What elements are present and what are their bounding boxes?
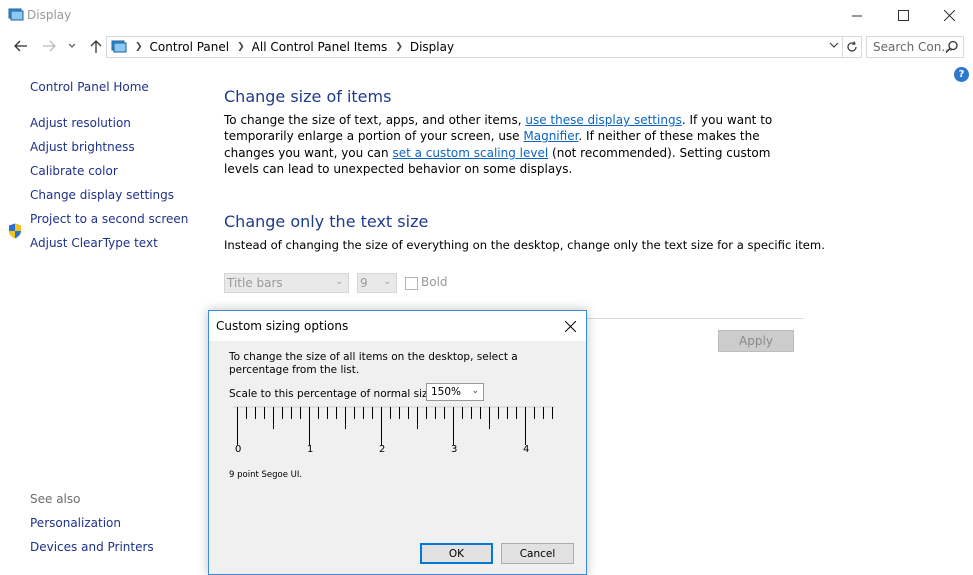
minimize-button[interactable]: [834, 0, 880, 30]
sidebar: Control Panel Home Adjust resolution Adj…: [0, 60, 200, 575]
sidebar-item-adjust-cleartype[interactable]: Adjust ClearType text: [30, 236, 158, 250]
breadcrumb-separator-icon[interactable]: ❯: [237, 42, 245, 52]
address-bar[interactable]: ❯ Control Panel ❯ All Control Panel Item…: [106, 36, 843, 58]
ruler-label: 2: [379, 444, 386, 455]
sidebar-item-adjust-resolution[interactable]: Adjust resolution: [30, 116, 131, 130]
sidebar-item-change-display-settings[interactable]: Change display settings: [30, 188, 174, 202]
see-also-devices-printers[interactable]: Devices and Printers: [30, 540, 154, 554]
search-placeholder: Search Con...: [873, 40, 953, 54]
back-button[interactable]: [10, 34, 32, 58]
scale-label: Scale to this percentage of normal size:: [229, 388, 438, 400]
dialog-titlebar: Custom sizing options: [209, 311, 586, 341]
custom-scaling-link[interactable]: set a custom scaling level: [392, 146, 548, 160]
breadcrumb-separator-icon: ❯: [135, 42, 143, 52]
breadcrumb-separator-icon[interactable]: ❯: [395, 42, 403, 52]
ruler-label: 1: [307, 444, 314, 455]
window-titlebar: Display: [0, 0, 973, 32]
sidebar-item-control-panel-home[interactable]: Control Panel Home: [30, 80, 149, 94]
close-window-button[interactable]: [926, 0, 972, 30]
change-text-size-description: Instead of changing the size of everythi…: [224, 238, 825, 252]
divider: [584, 318, 804, 319]
display-app-icon: [8, 8, 24, 21]
scale-percentage-select[interactable]: 150% ⌄: [426, 383, 484, 401]
forward-button[interactable]: [38, 34, 60, 58]
control-panel-icon: [111, 40, 127, 53]
up-button[interactable]: [86, 34, 106, 58]
change-size-heading: Change size of items: [224, 87, 392, 106]
refresh-button[interactable]: [842, 36, 862, 58]
ruler-label: 0: [235, 444, 242, 455]
ruler-ticks: [233, 406, 555, 445]
dialog-close-button[interactable]: [559, 316, 581, 336]
arrow-right-icon: [43, 40, 56, 52]
sidebar-item-calibrate-color[interactable]: Calibrate color: [30, 164, 118, 178]
arrow-up-icon: [90, 40, 102, 53]
breadcrumb-all-items[interactable]: All Control Panel Items: [252, 40, 388, 54]
arrow-left-icon: [14, 40, 27, 52]
see-also-personalization[interactable]: Personalization: [30, 516, 121, 530]
close-icon: [564, 320, 576, 332]
uac-shield-icon: [9, 223, 21, 239]
help-icon[interactable]: ?: [954, 67, 969, 82]
maximize-button[interactable]: [880, 0, 926, 30]
sidebar-item-adjust-brightness[interactable]: Adjust brightness: [30, 140, 135, 154]
navigation-bar: ❯ Control Panel ❯ All Control Panel Item…: [0, 34, 973, 60]
minimize-icon: [851, 15, 862, 16]
breadcrumb-control-panel[interactable]: Control Panel: [150, 40, 230, 54]
see-also-heading: See also: [30, 492, 81, 506]
bold-label: Bold: [421, 275, 448, 289]
ok-button[interactable]: OK: [420, 543, 493, 564]
ruler-label: 4: [523, 444, 530, 455]
search-input[interactable]: Search Con...: [866, 36, 964, 58]
sidebar-item-project-second-screen[interactable]: Project to a second screen: [30, 212, 188, 226]
magnifier-link[interactable]: Magnifier: [523, 129, 578, 143]
address-history-dropdown[interactable]: [829, 41, 839, 52]
chevron-down-icon: ⌄: [335, 277, 343, 287]
maximize-icon: [897, 9, 909, 21]
item-select-dropdown[interactable]: Title bars ⌄: [224, 273, 349, 293]
chevron-down-icon: ⌄: [383, 277, 391, 287]
display-settings-link[interactable]: use these display settings: [525, 113, 681, 127]
cancel-button[interactable]: Cancel: [501, 543, 574, 564]
scale-ruler[interactable]: 0 1 2 3 4: [233, 405, 555, 457]
breadcrumb-display[interactable]: Display: [410, 40, 454, 54]
change-text-size-heading: Change only the text size: [224, 212, 429, 231]
chevron-down-icon: [829, 42, 839, 48]
dialog-title: Custom sizing options: [216, 319, 349, 333]
ruler-label: 3: [451, 444, 458, 455]
search-icon: [945, 40, 958, 54]
window-title: Display: [27, 8, 72, 22]
font-size-dropdown[interactable]: 9 ⌄: [357, 273, 397, 293]
chevron-down-icon: [68, 43, 76, 48]
recent-locations-button[interactable]: [64, 34, 80, 58]
chevron-down-icon: ⌄: [471, 386, 479, 396]
close-icon: [943, 9, 955, 21]
apply-button[interactable]: Apply: [718, 330, 794, 352]
font-preview-note: 9 point Segoe UI.: [229, 470, 303, 480]
custom-sizing-dialog: Custom sizing options To change the size…: [208, 310, 587, 575]
dialog-instruction: To change the size of all items on the d…: [229, 351, 518, 376]
bold-checkbox[interactable]: [405, 277, 418, 290]
refresh-icon: [847, 41, 857, 52]
change-size-description: To change the size of text, apps, and ot…: [224, 113, 773, 176]
